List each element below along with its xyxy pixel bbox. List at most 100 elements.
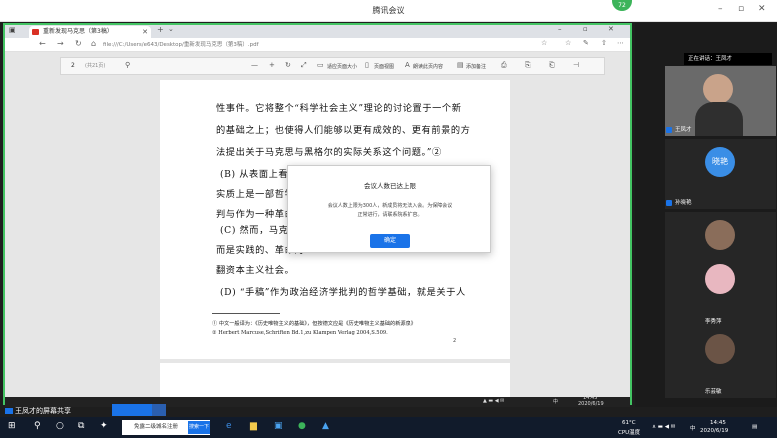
favorite-star-icon[interactable]: ☆ <box>541 39 547 47</box>
page-view-label[interactable]: 页面视图 <box>374 63 394 70</box>
footnote: ② Herbert Marcuse,Schriften Bd.1,zu Klam… <box>212 330 388 336</box>
page-number: 2 <box>453 338 457 344</box>
refresh-icon[interactable]: ↻ <box>75 39 82 48</box>
browser-tab-strip: ▣ 重新发现马克思（第3稿） ✕ + ⌄ – ▫ ✕ <box>5 25 630 38</box>
user-icon <box>666 127 672 133</box>
new-tab-icon[interactable]: + <box>157 25 164 34</box>
browser-maximize-icon[interactable]: ▫ <box>583 25 588 33</box>
app-icon[interactable]: ✦ <box>100 421 108 431</box>
user-icon <box>666 200 672 206</box>
cpu-temp-label: CPU温度 <box>618 430 641 436</box>
favorites-icon[interactable]: ☆ <box>565 39 571 47</box>
store-icon[interactable]: ▣ <box>274 421 283 431</box>
participant-name: 李秀萍 <box>705 319 722 325</box>
tray-icons: ▲ ▬ ◀ ✉ <box>483 398 505 404</box>
tray-date: 2020/6/19 <box>578 401 604 407</box>
task-view-icon[interactable]: ⧉ <box>78 421 84 431</box>
participant-video <box>703 74 733 104</box>
participant-name: 乐芸敏 <box>705 389 722 395</box>
text-line: 判与作为一种革命 <box>216 209 295 220</box>
cortana-icon[interactable]: ○ <box>56 421 64 431</box>
participant-tile[interactable]: 李秀萍 <box>665 258 776 328</box>
footnote: ① 中文一般译为：《历史唯物主义的基础》，但按德文应是《历史唯物主义基础的新源泉… <box>212 321 416 327</box>
footnote-rule <box>212 313 280 314</box>
ok-button[interactable]: 确定 <box>370 234 410 248</box>
meeting-app-icon[interactable]: ▲ <box>322 421 329 431</box>
maximize-icon[interactable]: ▫ <box>738 4 744 14</box>
participant-body <box>695 102 743 136</box>
search-icon[interactable]: ⚲ <box>34 421 41 431</box>
browser-icon[interactable]: ● <box>298 421 306 431</box>
text-line: 法提出关于马克思与黑格尔的实际关系这个问题。”② <box>216 147 442 158</box>
speaking-indicator: 正在讲话：王凤才 <box>684 53 772 65</box>
add-notes-label[interactable]: 添加备注 <box>466 63 486 70</box>
home-icon[interactable]: ⌂ <box>91 39 96 48</box>
minimize-icon[interactable]: – <box>718 4 723 14</box>
screen: 腾讯会议 72 – ▫ ✕ ▣ 重新发现马克思（第3稿） ✕ + ⌄ – ▫ ✕… <box>0 0 777 438</box>
participant-tile[interactable]: 王凤才 <box>665 66 776 136</box>
screen-share-icon <box>5 408 13 414</box>
pin-icon[interactable]: ⊣ <box>573 61 579 69</box>
url-field[interactable]: file:///C:/Users/e643/Desktop/重新发现马克思（第3… <box>103 40 563 50</box>
browser-tab[interactable]: 重新发现马克思（第3稿） ✕ <box>29 26 151 38</box>
back-icon[interactable]: ← <box>39 39 46 48</box>
search-icon[interactable]: ⚲ <box>125 61 130 69</box>
pdf-icon <box>32 29 39 35</box>
clock-date[interactable]: 2020/6/19 <box>700 428 728 434</box>
print-icon[interactable]: ⎙ <box>501 61 507 70</box>
screen-share-label: 王凤才的屏幕共享 <box>15 407 71 415</box>
clock-time[interactable]: 14:45 <box>710 420 726 426</box>
forward-icon[interactable]: → <box>57 39 64 48</box>
rotate-icon[interactable]: ↻ <box>285 61 291 69</box>
browser-close-icon[interactable]: ✕ <box>608 25 614 33</box>
page-total: (共21页) <box>85 63 106 69</box>
tray-ime[interactable]: 中 <box>690 424 696 432</box>
browser-minimize-icon[interactable]: – <box>558 25 562 33</box>
text-line: 性事件。它将整个“科学社会主义”理论的讨论置于一个新 <box>216 103 462 114</box>
window-icon: ▣ <box>9 26 16 34</box>
dialog-body-line1: 会议人数上限为300人，新成员将无法入会。为保障会议 <box>327 203 453 209</box>
fit-page-label[interactable]: 适应页面大小 <box>327 63 357 70</box>
dialog-title: 会议人数已达上限 <box>364 182 416 190</box>
tray-icons[interactable]: ∧ ▬ ◀ ✉ <box>652 424 675 430</box>
windows-taskbar: ⊞ ⚲ ○ ⧉ ✦ 免露二级城名注册 搜索一下 e ▆ ▣ ● ▲ 61°C C… <box>0 417 777 438</box>
pen-icon[interactable]: ✎ <box>583 39 589 47</box>
participant-avatar: 晓艳 <box>705 147 735 177</box>
participant-avatar <box>705 220 735 250</box>
web-search-button[interactable]: 搜索一下 <box>188 421 210 434</box>
chevron-down-icon[interactable]: ⌄ <box>168 25 174 33</box>
meeting-title-bar: 腾讯会议 72 – ▫ ✕ <box>0 0 777 22</box>
fit-icon[interactable]: ⤢ <box>301 61 307 70</box>
participant-tile[interactable]: 晓艳 孙晓艳 <box>665 139 776 209</box>
save-as-icon[interactable]: ⎗ <box>549 61 555 70</box>
fit-page-icon[interactable]: ▭ <box>317 61 324 69</box>
close-icon[interactable]: ✕ <box>758 4 766 14</box>
share-control-icon[interactable] <box>152 404 166 416</box>
tab-title: 重新发现马克思（第3稿） <box>43 28 113 35</box>
page-input[interactable]: 2 <box>71 62 75 69</box>
screen-share-status[interactable]: 王凤才的屏幕共享 <box>3 405 103 417</box>
meeting-title: 腾讯会议 <box>372 6 405 15</box>
zoom-in-icon[interactable]: + <box>269 61 275 69</box>
share-icon[interactable]: ⇧ <box>601 39 607 47</box>
save-icon[interactable]: ⎘ <box>525 61 531 70</box>
page-view-icon[interactable]: ▯ <box>365 61 369 69</box>
text-line: (D) “手稿”作为政治经济学批判的哲学基础，就是关于人 <box>220 287 466 298</box>
participant-avatar <box>705 264 735 294</box>
cpu-temp: 61°C <box>622 420 636 426</box>
limit-dialog: 会议人数已达上限 会议人数上限为300人，新成员将无法入会。为保障会议 正常进行… <box>287 165 491 253</box>
read-aloud-label[interactable]: 朗读此页内容 <box>413 63 443 70</box>
more-icon[interactable]: ⋯ <box>617 39 624 47</box>
participant-tile[interactable]: 乐芸敏 <box>665 328 776 398</box>
start-icon[interactable]: ⊞ <box>8 421 16 431</box>
edge-icon[interactable]: e <box>226 421 232 431</box>
notes-icon[interactable]: ▤ <box>457 61 464 69</box>
zoom-out-icon[interactable]: — <box>251 61 258 69</box>
read-aloud-icon[interactable]: A <box>405 61 410 69</box>
tab-close-icon[interactable]: ✕ <box>142 26 148 38</box>
participant-name: 王凤才 <box>675 127 692 133</box>
participant-avatar <box>705 334 735 364</box>
participant-name: 孙晓艳 <box>675 200 692 206</box>
folder-icon[interactable]: ▆ <box>250 421 257 431</box>
notification-icon[interactable]: ▤ <box>752 424 757 430</box>
